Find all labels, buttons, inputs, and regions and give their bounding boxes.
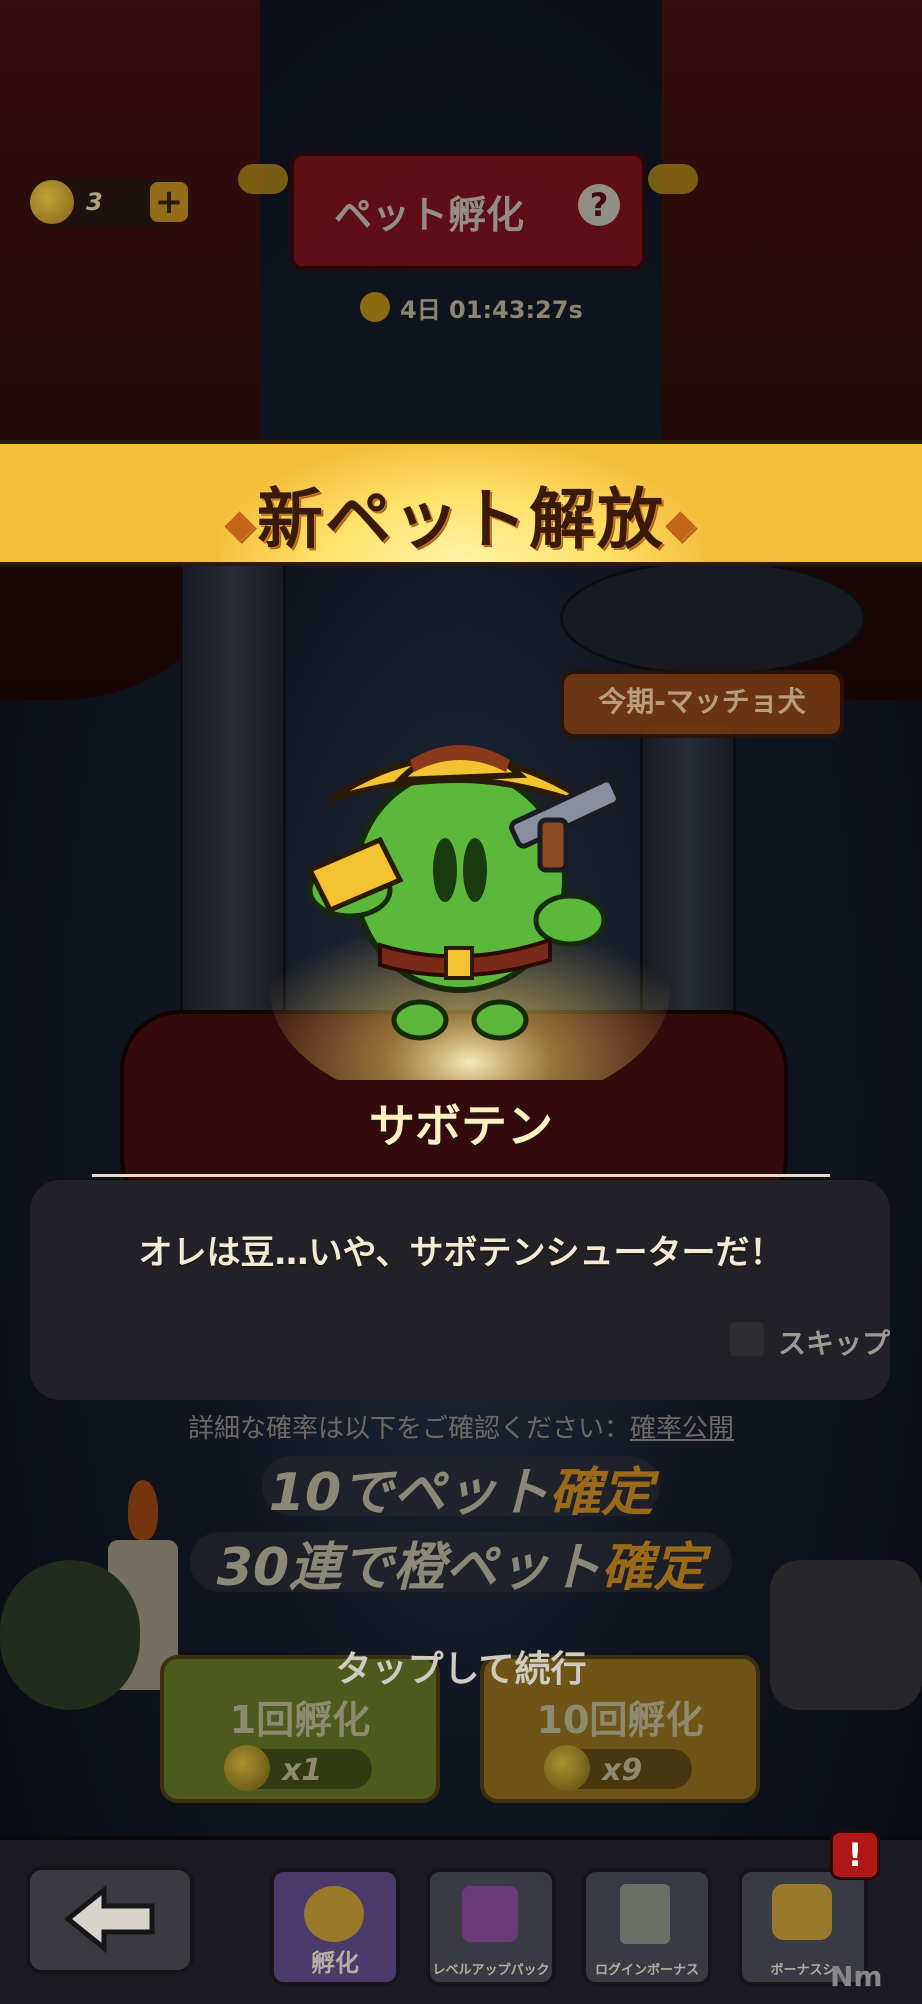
guarantee-1-text: でペット bbox=[341, 1463, 550, 1523]
title-decoration-right: ◆ bbox=[665, 500, 698, 547]
bottom-nav: 孵化 レベルアップパック ログインボーナス ボーナスシ bbox=[0, 1836, 922, 2004]
skip-label[interactable]: スキップ bbox=[778, 1322, 890, 1362]
nav-hatch-label: 孵化 bbox=[311, 1949, 359, 1977]
currency-count: 3 bbox=[86, 188, 103, 216]
gift-box-icon bbox=[462, 1886, 518, 1942]
new-pet-title-text: 新ペット解放 bbox=[257, 481, 665, 558]
guarantee-1-number: 10 bbox=[268, 1463, 342, 1523]
hatch-10-label: 10回孵化 bbox=[536, 1698, 704, 1742]
tap-to-continue[interactable]: タップして続行 bbox=[0, 1640, 922, 1692]
banner-wing-right bbox=[648, 164, 698, 194]
hatch-egg-icon bbox=[304, 1886, 364, 1942]
probability-link[interactable]: 確率公開 bbox=[630, 1414, 734, 1444]
new-pet-title: ◆新ペット解放◆ bbox=[0, 466, 922, 562]
clipboard-check-icon bbox=[620, 1884, 670, 1944]
skip-checkbox[interactable] bbox=[730, 1322, 764, 1356]
title-decoration-left: ◆ bbox=[224, 500, 257, 547]
event-timer: 4日 01:43:27s bbox=[400, 296, 583, 324]
banner-wing-left bbox=[238, 164, 288, 194]
back-arrow-icon bbox=[64, 1884, 155, 1954]
guarantee-2-text: 連で橙ペット bbox=[289, 1538, 602, 1598]
nav-login-bonus-label: ログインボーナス bbox=[594, 1963, 699, 1978]
nav-level-up-pack-label: レベルアップパック bbox=[432, 1963, 550, 1978]
lemon-seed-icon bbox=[544, 1745, 590, 1791]
nav-level-up-pack[interactable]: レベルアップパック bbox=[426, 1868, 556, 1986]
hatch-1-cost: x1 bbox=[224, 1745, 372, 1791]
lemon-seed-icon bbox=[224, 1745, 270, 1791]
guarantee-line-2: 30連で橙ペット確定 bbox=[0, 1525, 922, 1600]
pet-name: サボテン bbox=[369, 1099, 553, 1153]
title-banner: ペット孵化 ? bbox=[238, 152, 698, 270]
divider bbox=[92, 1174, 830, 1177]
guarantee-line-1: 10でペット確定 bbox=[0, 1450, 922, 1525]
hatch-1-label: 1回孵化 bbox=[229, 1698, 371, 1742]
watermark: Nm bbox=[830, 1960, 883, 1993]
notification-badge: ! bbox=[830, 1830, 880, 1880]
nav-hatch[interactable]: 孵化 bbox=[270, 1868, 400, 1986]
treasure-icon bbox=[772, 1884, 832, 1940]
new-pet-banner: ◆新ペット解放◆ bbox=[0, 440, 922, 566]
back-button[interactable] bbox=[26, 1866, 194, 1974]
nav-login-bonus[interactable]: ログインボーナス bbox=[582, 1868, 712, 1986]
hatch-10-cost-value: x9 bbox=[602, 1753, 643, 1788]
lemon-seed-icon bbox=[30, 180, 74, 224]
guarantee-2-number: 30 bbox=[216, 1538, 290, 1598]
page-title: ペット孵化 bbox=[334, 193, 525, 237]
hatch-10-cost: x9 bbox=[544, 1745, 692, 1791]
probability-text: 詳細な確率は以下をご確認ください： bbox=[187, 1414, 630, 1444]
pet-description: オレは豆…いや、サボテンシューターだ！ bbox=[138, 1233, 784, 1273]
add-currency-button[interactable]: + bbox=[150, 182, 188, 222]
clock-icon bbox=[360, 292, 390, 322]
currency-counter: 3 + bbox=[28, 178, 188, 226]
hatch-1-cost-value: x1 bbox=[282, 1753, 323, 1788]
help-icon[interactable]: ? bbox=[578, 184, 620, 226]
cactus-pet-illustration bbox=[270, 720, 690, 1110]
guarantee-2-highlight: 確定 bbox=[601, 1538, 706, 1598]
probability-note: 詳細な確率は以下をご確認ください：確率公開 bbox=[0, 1408, 922, 1445]
guarantee-1-highlight: 確定 bbox=[549, 1463, 654, 1523]
